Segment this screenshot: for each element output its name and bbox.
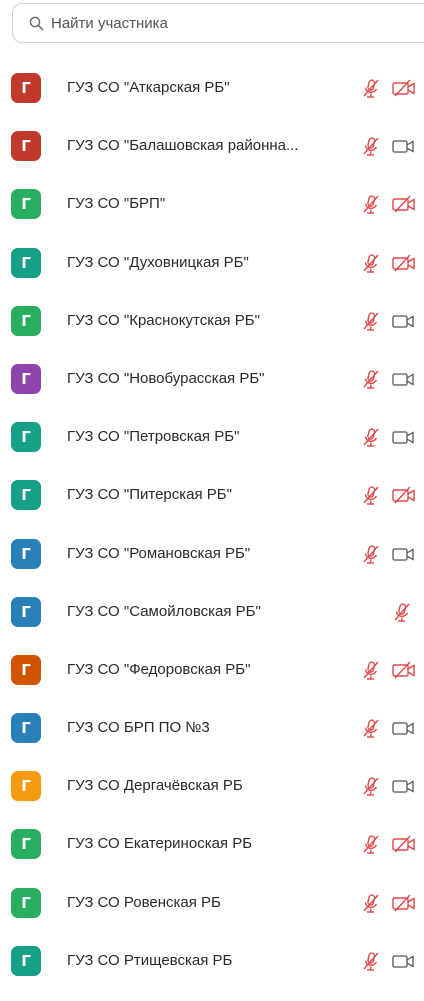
microphone-muted-icon[interactable] [360,310,382,332]
microphone-muted-icon[interactable] [360,484,382,506]
participant-row[interactable]: Г ГУЗ СО Ртищевская РБ [0,933,424,991]
participant-name: ГУЗ СО Екатериноская РБ [67,835,253,853]
search-input[interactable] [51,14,351,32]
camera-icon[interactable] [391,777,417,795]
participant-row[interactable]: Г ГУЗ СО "Федоровская РБ" [0,642,424,700]
avatar: Г [11,771,41,802]
microphone-muted-icon[interactable] [360,659,382,681]
camera-off-icon[interactable] [391,254,417,272]
camera-icon[interactable] [391,545,417,563]
participant-row[interactable]: Г ГУЗ СО "БРП" [0,176,424,234]
camera-icon[interactable] [391,137,417,155]
participant-name: ГУЗ СО "Питерская РБ" [67,486,232,504]
avatar: Г [11,945,41,976]
camera-off-icon[interactable] [391,79,417,97]
camera-icon[interactable] [391,370,417,388]
avatar: Г [11,887,41,918]
avatar: Г [11,363,41,394]
participant-name: ГУЗ СО Дергачёвская РБ [67,777,243,795]
participant-row[interactable]: Г ГУЗ СО "Петровская РБ" [0,409,424,467]
camera-off-icon[interactable] [391,661,417,679]
participant-row[interactable]: Г ГУЗ СО "Новобурасская РБ" [0,351,424,409]
avatar: Г [11,596,41,627]
avatar: Г [11,422,41,453]
participant-row[interactable]: Г ГУЗ СО "Краснокутская РБ" [0,293,424,351]
camera-icon[interactable] [391,719,417,737]
avatar: Г [11,189,41,220]
camera-icon[interactable] [391,312,417,330]
avatar: Г [11,131,41,162]
search-icon [29,15,45,31]
participant-name: ГУЗ СО "Новобурасская РБ" [67,369,265,387]
avatar: Г [11,713,41,744]
participant-name: ГУЗ СО "БРП" [67,195,166,213]
participant-row[interactable]: Г ГУЗ СО "Питерская РБ" [0,467,424,525]
camera-icon[interactable] [391,428,417,446]
microphone-muted-icon[interactable] [360,193,382,215]
microphone-muted-icon[interactable] [360,892,382,914]
participant-name: ГУЗ СО "Балашовская районна... [67,137,299,155]
participant-row[interactable]: Г ГУЗ СО Дергачёвская РБ [0,758,424,816]
camera-icon[interactable] [391,952,417,970]
avatar: Г [11,305,41,336]
participant-name: ГУЗ СО "Духовницкая РБ" [67,253,249,271]
microphone-muted-icon[interactable] [360,717,382,739]
microphone-muted-icon[interactable] [360,252,382,274]
participant-name: ГУЗ СО "Федоровская РБ" [67,660,251,678]
avatar: Г [11,73,41,103]
avatar: Г [11,829,41,860]
microphone-muted-icon[interactable] [360,950,382,972]
participant-row[interactable]: Г ГУЗ СО БРП ПО №3 [0,700,424,758]
participant-row[interactable]: Г ГУЗ СО "Самойловская РБ" [0,584,424,642]
microphone-muted-icon[interactable] [360,368,382,390]
microphone-muted-icon[interactable] [360,833,382,855]
camera-off-icon[interactable] [391,835,417,853]
participant-name: ГУЗ СО Ровенская РБ [67,893,221,911]
participant-name: ГУЗ СО "Самойловская РБ" [67,602,261,620]
avatar: Г [11,480,41,511]
camera-off-icon[interactable] [391,195,417,213]
microphone-muted-icon[interactable] [360,135,382,157]
camera-off-icon[interactable] [391,486,417,504]
participant-name: ГУЗ СО БРП ПО №3 [67,719,210,737]
participant-name: ГУЗ СО "Романовская РБ" [67,544,251,562]
participant-name: ГУЗ СО "Аткарская РБ" [67,79,230,96]
search-field[interactable] [12,3,424,43]
participant-list: Г ГУЗ СО "Аткарская РБ" Г ГУЗ СО "Балашовс… [0,60,424,991]
camera-off-icon[interactable] [391,894,417,912]
participant-row[interactable]: Г ГУЗ СО "Духовницкая РБ" [0,235,424,293]
participant-row[interactable]: Г ГУЗ СО "Аткарская РБ" [0,60,424,118]
avatar: Г [11,654,41,685]
participant-name: ГУЗ СО "Краснокутская РБ" [67,311,260,329]
avatar: Г [11,247,41,278]
microphone-muted-icon[interactable] [391,601,413,623]
microphone-muted-icon[interactable] [360,775,382,797]
participant-name: ГУЗ СО Ртищевская РБ [67,951,233,969]
participant-row[interactable]: Г ГУЗ СО Екатериноская РБ [0,816,424,874]
microphone-muted-icon[interactable] [360,426,382,448]
microphone-muted-icon[interactable] [360,543,382,565]
participant-name: ГУЗ СО "Петровская РБ" [67,428,240,446]
participant-row[interactable]: Г ГУЗ СО "Балашовская районна... [0,118,424,176]
avatar: Г [11,538,41,569]
microphone-muted-icon[interactable] [360,77,382,99]
participant-row[interactable]: Г ГУЗ СО "Романовская РБ" [0,526,424,584]
participant-row[interactable]: Г ГУЗ СО Ровенская РБ [0,875,424,933]
